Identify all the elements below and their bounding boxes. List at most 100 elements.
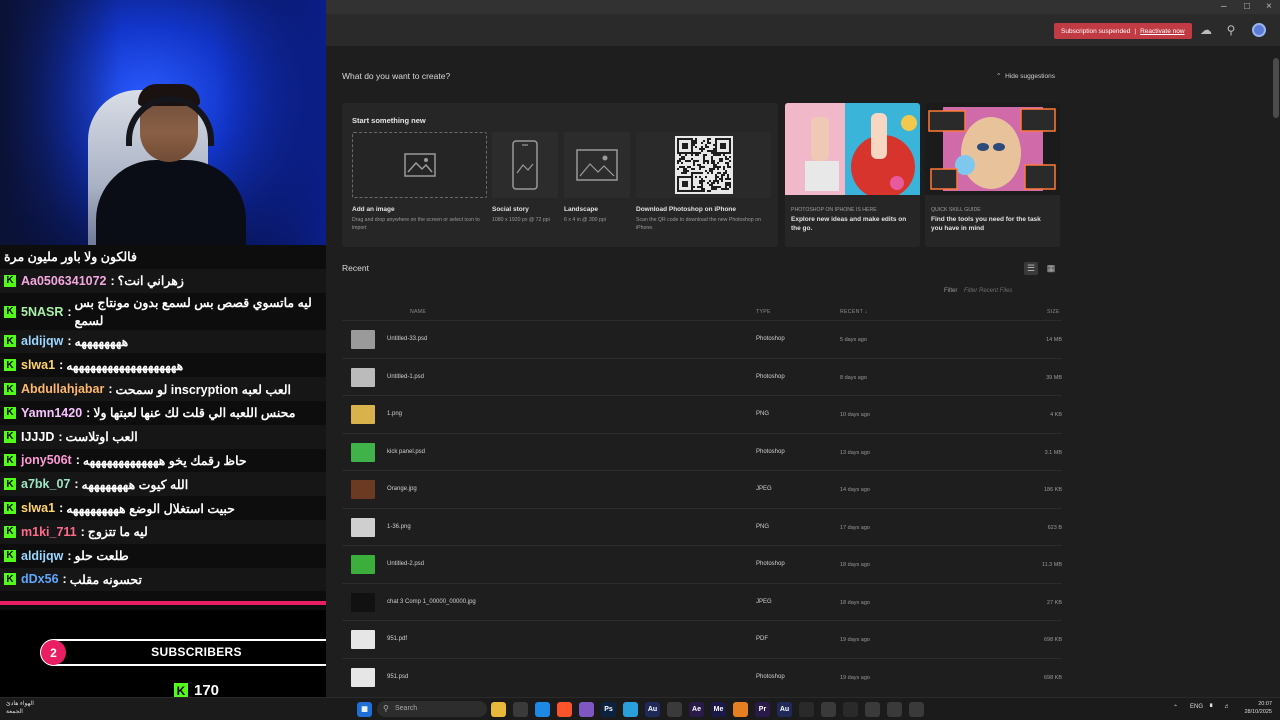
- subscribers-label: SUBSCRIBERS: [151, 645, 242, 659]
- file-row[interactable]: Orange.jpg JPEG 14 days ago 186 KB: [342, 470, 1062, 508]
- filter-input[interactable]: Filter Recent Files: [960, 285, 1055, 298]
- minimize-icon[interactable]: –: [1221, 1, 1227, 12]
- column-recent[interactable]: RECENT ↓: [840, 309, 868, 315]
- windows-start-icon[interactable]: ▦: [357, 702, 372, 717]
- column-size[interactable]: SIZE: [1047, 309, 1060, 315]
- vscode-icon[interactable]: [535, 702, 550, 717]
- list-view-icon[interactable]: ☰: [1024, 262, 1038, 275]
- webcam-overlay: [0, 0, 326, 245]
- kick-icon: K: [4, 305, 16, 318]
- chat-username[interactable]: Yamn1420: [21, 406, 82, 420]
- file-explorer-icon[interactable]: [491, 702, 506, 717]
- chat-username[interactable]: m1ki_711: [21, 525, 77, 539]
- chat-username[interactable]: aldijqw: [21, 549, 63, 563]
- screen: { "chat": { "first_line": "فالكون ولا با…: [0, 0, 1280, 720]
- scrollbar[interactable]: [1272, 46, 1280, 697]
- landscape-tile[interactable]: Landscape 6 x 4 in @ 300 ppi: [564, 132, 630, 224]
- promo-skill-guide-card[interactable]: QUICK SKILL GUIDE Find the tools you nee…: [925, 103, 1060, 247]
- visual-studio-icon[interactable]: [579, 702, 594, 717]
- file-recent: 5 days ago: [840, 337, 867, 343]
- file-row[interactable]: kick panel.psd Photoshop 13 days ago 3.1 MB: [342, 432, 1062, 471]
- file-name: 1.png: [387, 411, 403, 417]
- chat-username[interactable]: slwa1: [21, 501, 55, 515]
- calc-icon[interactable]: [865, 702, 880, 717]
- wifi-icon[interactable]: ▘: [1210, 704, 1215, 711]
- file-type: Photoshop: [756, 448, 785, 455]
- file-row[interactable]: Untitled-33.psd Photoshop 5 days ago 14 MB: [342, 320, 1062, 358]
- clock[interactable]: 20:07 28/10/2025: [1238, 700, 1272, 716]
- speaker-icon[interactable]: ♬: [1224, 704, 1230, 710]
- add-image-tile[interactable]: Add an image Drag and drop anywhere on t…: [352, 132, 487, 232]
- title-bar: – □ ×: [326, 0, 1280, 14]
- subscription-banner: Subscription suspended | Reactivate now: [1054, 23, 1192, 39]
- chat-username[interactable]: a7bk_07: [21, 477, 70, 491]
- avatar[interactable]: [1252, 23, 1266, 37]
- chat-username[interactable]: IJJJD: [21, 430, 54, 444]
- audition2-icon[interactable]: Au: [777, 702, 792, 717]
- xbox-icon[interactable]: [843, 702, 858, 717]
- chat-message: K 5NASR : ليه ماتسوي قصص بس لسمع بدون مون…: [0, 293, 326, 330]
- chat-username[interactable]: slwa1: [21, 358, 55, 372]
- game-icon[interactable]: [887, 702, 902, 717]
- social-story-tile[interactable]: Social story 1080 x 1920 px @ 72 ppi: [492, 132, 558, 224]
- file-row[interactable]: 1.png PNG 10 days ago 4 KB: [342, 395, 1062, 433]
- store-icon[interactable]: [513, 702, 528, 717]
- brave-icon[interactable]: [557, 702, 572, 717]
- chat-username[interactable]: Aa0506341072: [21, 274, 107, 288]
- file-recent: 18 days ago: [840, 562, 870, 568]
- column-type[interactable]: TYPE: [756, 309, 771, 315]
- file-thumbnail: [351, 592, 375, 612]
- maximize-icon[interactable]: □: [1244, 1, 1250, 12]
- file-size: 39 MB: [1046, 374, 1062, 381]
- file-type: JPEG: [756, 598, 772, 605]
- chrome-icon[interactable]: [909, 702, 924, 717]
- chat-username[interactable]: Abdullahjabar: [21, 382, 104, 396]
- audition-icon[interactable]: Au: [645, 702, 660, 717]
- weather-widget[interactable]: الهواء هادئ الجمعة: [6, 701, 34, 716]
- file-row[interactable]: chat 3 Comp 1_00000_00000.jpg JPEG 18 days…: [342, 582, 1062, 621]
- chat-username[interactable]: dDx56: [21, 572, 59, 586]
- grid-view-icon[interactable]: ▦: [1044, 262, 1058, 275]
- chat-text: محنس اللعبه الي قلت لك عنها لعبتها ولا: [93, 406, 296, 421]
- chat-username[interactable]: 5NASR: [21, 303, 63, 321]
- promo-iphone-image: [785, 103, 920, 199]
- telegram-icon[interactable]: [623, 702, 638, 717]
- chat-username[interactable]: jony506t: [21, 453, 72, 467]
- hide-suggestions-button[interactable]: ⌃ Hide suggestions: [996, 72, 1055, 80]
- chevron-up-icon[interactable]: ⌃: [1173, 704, 1178, 711]
- file-row[interactable]: 951.pdf PDF 19 days ago 698 KB: [342, 620, 1062, 658]
- download-iphone-tile[interactable]: Download Photoshop on iPhone Scan the QR…: [636, 132, 771, 232]
- kick-app-icon[interactable]: [799, 702, 814, 717]
- chat-message: Kjony506t : حاظ رقمك يخو هههههههههههههه: [0, 449, 326, 473]
- kick-icon: K: [4, 335, 16, 348]
- file-row[interactable]: Untitled-1.psd Photoshop 8 days ago 39 MB: [342, 357, 1062, 396]
- chat-username[interactable]: aldijqw: [21, 334, 63, 348]
- chat-message: Kaldijqw : طلعت حلو: [0, 544, 326, 568]
- cloud-icon[interactable]: ☁: [1199, 23, 1213, 37]
- vlc-icon[interactable]: [733, 702, 748, 717]
- reactivate-link[interactable]: Reactivate now: [1140, 28, 1184, 35]
- kick-icon: K: [4, 454, 16, 467]
- file-row[interactable]: Untitled-2.psd Photoshop 18 days ago 11.3 M…: [342, 545, 1062, 583]
- file-row[interactable]: 951.psd Photoshop 19 days ago 698 KB: [342, 657, 1062, 696]
- taskbar-search[interactable]: ⚲ Search: [377, 701, 487, 717]
- photoshop-icon[interactable]: Ps: [601, 702, 616, 717]
- file-recent: 19 days ago: [840, 637, 870, 643]
- lang-indicator[interactable]: ENG: [1190, 704, 1203, 710]
- close-icon[interactable]: ×: [1266, 1, 1272, 12]
- file-thumbnail: [351, 517, 375, 537]
- chat-text: العب اوتلاست: [65, 430, 138, 445]
- media-encoder-icon[interactable]: Me: [711, 702, 726, 717]
- kick-icon: K: [4, 359, 16, 372]
- after-effects-icon[interactable]: Ae: [689, 702, 704, 717]
- column-name[interactable]: NAME: [410, 309, 426, 315]
- chat-message: Km1ki_711 : ليه ما تتزوج: [0, 519, 326, 544]
- notes-icon[interactable]: [821, 702, 836, 717]
- file-row[interactable]: 1-36.png PNG 17 days ago 623 B: [342, 507, 1062, 546]
- what-to-create-heading: What do you want to create?: [342, 71, 451, 81]
- promo-iphone-card[interactable]: PHOTOSHOP ON IPHONE IS HERE Explore new …: [785, 103, 920, 247]
- search-icon[interactable]: ⚲: [1224, 23, 1238, 37]
- explorer-icon[interactable]: [667, 702, 682, 717]
- premiere-icon[interactable]: Pr: [755, 702, 770, 717]
- chat-message: فالكون ولا باور مليون مرة: [4, 250, 137, 265]
